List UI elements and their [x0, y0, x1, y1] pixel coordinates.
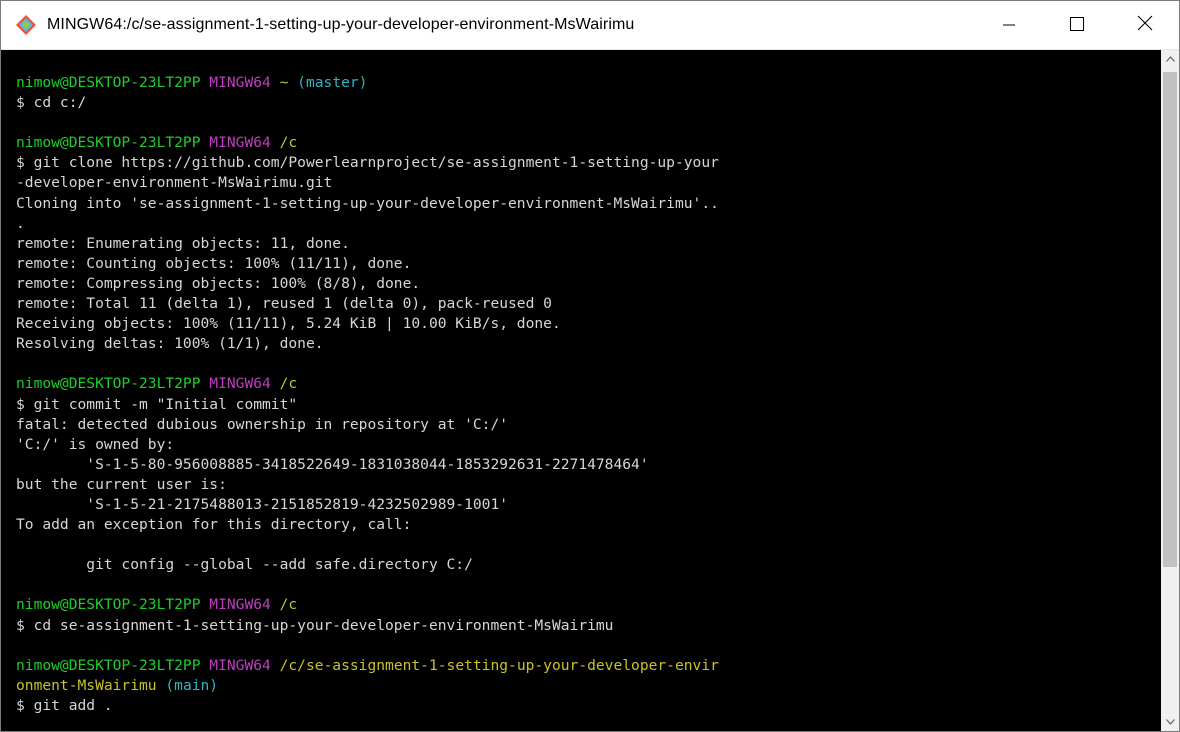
prompt-green-text: nimow@DESKTOP-23LT2PP — [16, 134, 210, 152]
prompt-yellow-text: onment-MsWairimu — [16, 676, 166, 694]
output-text: 'S-1-5-80-956008885-3418522649-183103804… — [16, 455, 649, 473]
scroll-up-arrow-icon[interactable] — [1161, 50, 1179, 68]
title-bar[interactable]: MINGW64:/c/se-assignment-1-setting-up-yo… — [1, 1, 1179, 50]
terminal-line: but the current user is: — [16, 475, 1161, 495]
terminal-line: . — [16, 214, 1161, 234]
terminal-line: $ git clone https://github.com/Powerlear… — [16, 153, 1161, 173]
terminal-line: nimow@DESKTOP-23LT2PP MINGW64 ~ (master) — [16, 73, 1161, 93]
terminal-line: $ git commit -m "Initial commit" — [16, 395, 1161, 415]
terminal-line: remote: Compressing objects: 100% (8/8),… — [16, 274, 1161, 294]
prompt-yellow-text: /c/se-assignment-1-setting-up-your-devel… — [279, 656, 719, 674]
output-text: Resolving deltas: 100% (1/1), done. — [16, 335, 324, 353]
prompt-yellow-text: /c — [279, 596, 298, 614]
terminal-line: $ cd se-assignment-1-setting-up-your-dev… — [16, 616, 1161, 636]
output-text: remote: Counting objects: 100% (11/11), … — [16, 254, 412, 272]
output-text: $ cd c:/ — [16, 94, 87, 112]
window-controls — [975, 1, 1179, 49]
output-text: 'S-1-5-21-2175488013-2151852819-42325029… — [16, 495, 509, 513]
output-text: git config --global --add safe.directory… — [16, 556, 473, 574]
output-text: . — [16, 214, 25, 232]
output-text: remote: Compressing objects: 100% (8/8),… — [16, 274, 421, 292]
output-text: but the current user is: — [16, 475, 227, 493]
prompt-magenta-text: MINGW64 — [209, 375, 280, 393]
prompt-magenta-text: MINGW64 — [209, 134, 280, 152]
git-bash-icon — [15, 14, 37, 36]
output-text: -developer-environment-MsWairimu.git — [16, 174, 333, 192]
terminal-line: remote: Total 11 (delta 1), reused 1 (de… — [16, 294, 1161, 314]
terminal-line: 'S-1-5-21-2175488013-2151852819-42325029… — [16, 495, 1161, 515]
output-text: remote: Enumerating objects: 11, done. — [16, 234, 350, 252]
prompt-magenta-text: MINGW64 — [209, 596, 280, 614]
output-text: fatal: detected dubious ownership in rep… — [16, 415, 509, 433]
minimize-icon — [1003, 16, 1015, 35]
prompt-yellow-text: /c — [279, 134, 298, 152]
terminal-line: nimow@DESKTOP-23LT2PP MINGW64 /c/se-assi… — [16, 656, 1161, 676]
terminal-window: MINGW64:/c/se-assignment-1-setting-up-yo… — [0, 0, 1180, 732]
minimize-button[interactable] — [975, 1, 1043, 49]
terminal-line: nimow@DESKTOP-23LT2PP MINGW64 /c — [16, 595, 1161, 615]
prompt-green-text: nimow@DESKTOP-23LT2PP — [16, 656, 210, 674]
terminal-line: remote: Counting objects: 100% (11/11), … — [16, 254, 1161, 274]
prompt-green-text: nimow@DESKTOP-23LT2PP — [16, 375, 210, 393]
terminal-line: $ cd c:/ — [16, 93, 1161, 113]
prompt-magenta-text: MINGW64 — [209, 656, 280, 674]
terminal-output[interactable]: nimow@DESKTOP-23LT2PP MINGW64 ~ (master)… — [1, 50, 1161, 731]
scroll-thumb[interactable] — [1163, 72, 1177, 567]
output-text: 'C:/' is owned by: — [16, 435, 175, 453]
terminal-line: Resolving deltas: 100% (1/1), done. — [16, 334, 1161, 354]
terminal-line: fatal: detected dubious ownership in rep… — [16, 415, 1161, 435]
terminal-line: $ git add . — [16, 696, 1161, 716]
maximize-button[interactable] — [1043, 1, 1111, 49]
window-title: MINGW64:/c/se-assignment-1-setting-up-yo… — [47, 16, 635, 33]
terminal-line: nimow@DESKTOP-23LT2PP MINGW64 /c — [16, 133, 1161, 153]
terminal-line: 'S-1-5-80-956008885-3418522649-183103804… — [16, 455, 1161, 475]
prompt-yellow-text: ~ — [279, 74, 298, 91]
terminal-line: remote: Enumerating objects: 11, done. — [16, 234, 1161, 254]
output-text: Cloning into 'se-assignment-1-setting-up… — [16, 194, 719, 212]
prompt-green-text: nimow@DESKTOP-23LT2PP — [16, 74, 210, 91]
scroll-down-arrow-icon[interactable] — [1161, 713, 1179, 731]
terminal-line: git config --global --add safe.directory… — [16, 555, 1161, 575]
close-button[interactable] — [1111, 1, 1179, 49]
maximize-icon — [1070, 16, 1084, 35]
output-text: Receiving objects: 100% (11/11), 5.24 Ki… — [16, 315, 561, 333]
terminal-line: Receiving objects: 100% (11/11), 5.24 Ki… — [16, 314, 1161, 334]
terminal-line: To add an exception for this directory, … — [16, 515, 1161, 535]
output-text: $ cd se-assignment-1-setting-up-your-dev… — [16, 616, 614, 634]
prompt-magenta-text: MINGW64 — [209, 74, 280, 91]
close-icon — [1137, 15, 1153, 35]
prompt-green-text: nimow@DESKTOP-23LT2PP — [16, 596, 210, 614]
output-text: $ git commit -m "Initial commit" — [16, 395, 298, 413]
vertical-scrollbar[interactable] — [1161, 50, 1179, 731]
output-text: $ git clone https://github.com/Powerlear… — [16, 154, 719, 172]
output-text: $ git add . — [16, 696, 113, 714]
terminal-line: onment-MsWairimu (main) — [16, 676, 1161, 696]
terminal-line: nimow@DESKTOP-23LT2PP MINGW64 /c — [16, 374, 1161, 394]
output-text: remote: Total 11 (delta 1), reused 1 (de… — [16, 295, 552, 313]
output-text: To add an exception for this directory, … — [16, 516, 412, 534]
terminal-line: Cloning into 'se-assignment-1-setting-up… — [16, 194, 1161, 214]
prompt-yellow-text: /c — [279, 375, 298, 393]
prompt-cyan-text: (main) — [165, 676, 219, 694]
terminal-line: 'C:/' is owned by: — [16, 435, 1161, 455]
prompt-cyan-text: (master) — [297, 74, 368, 91]
terminal-line: -developer-environment-MsWairimu.git — [16, 173, 1161, 193]
